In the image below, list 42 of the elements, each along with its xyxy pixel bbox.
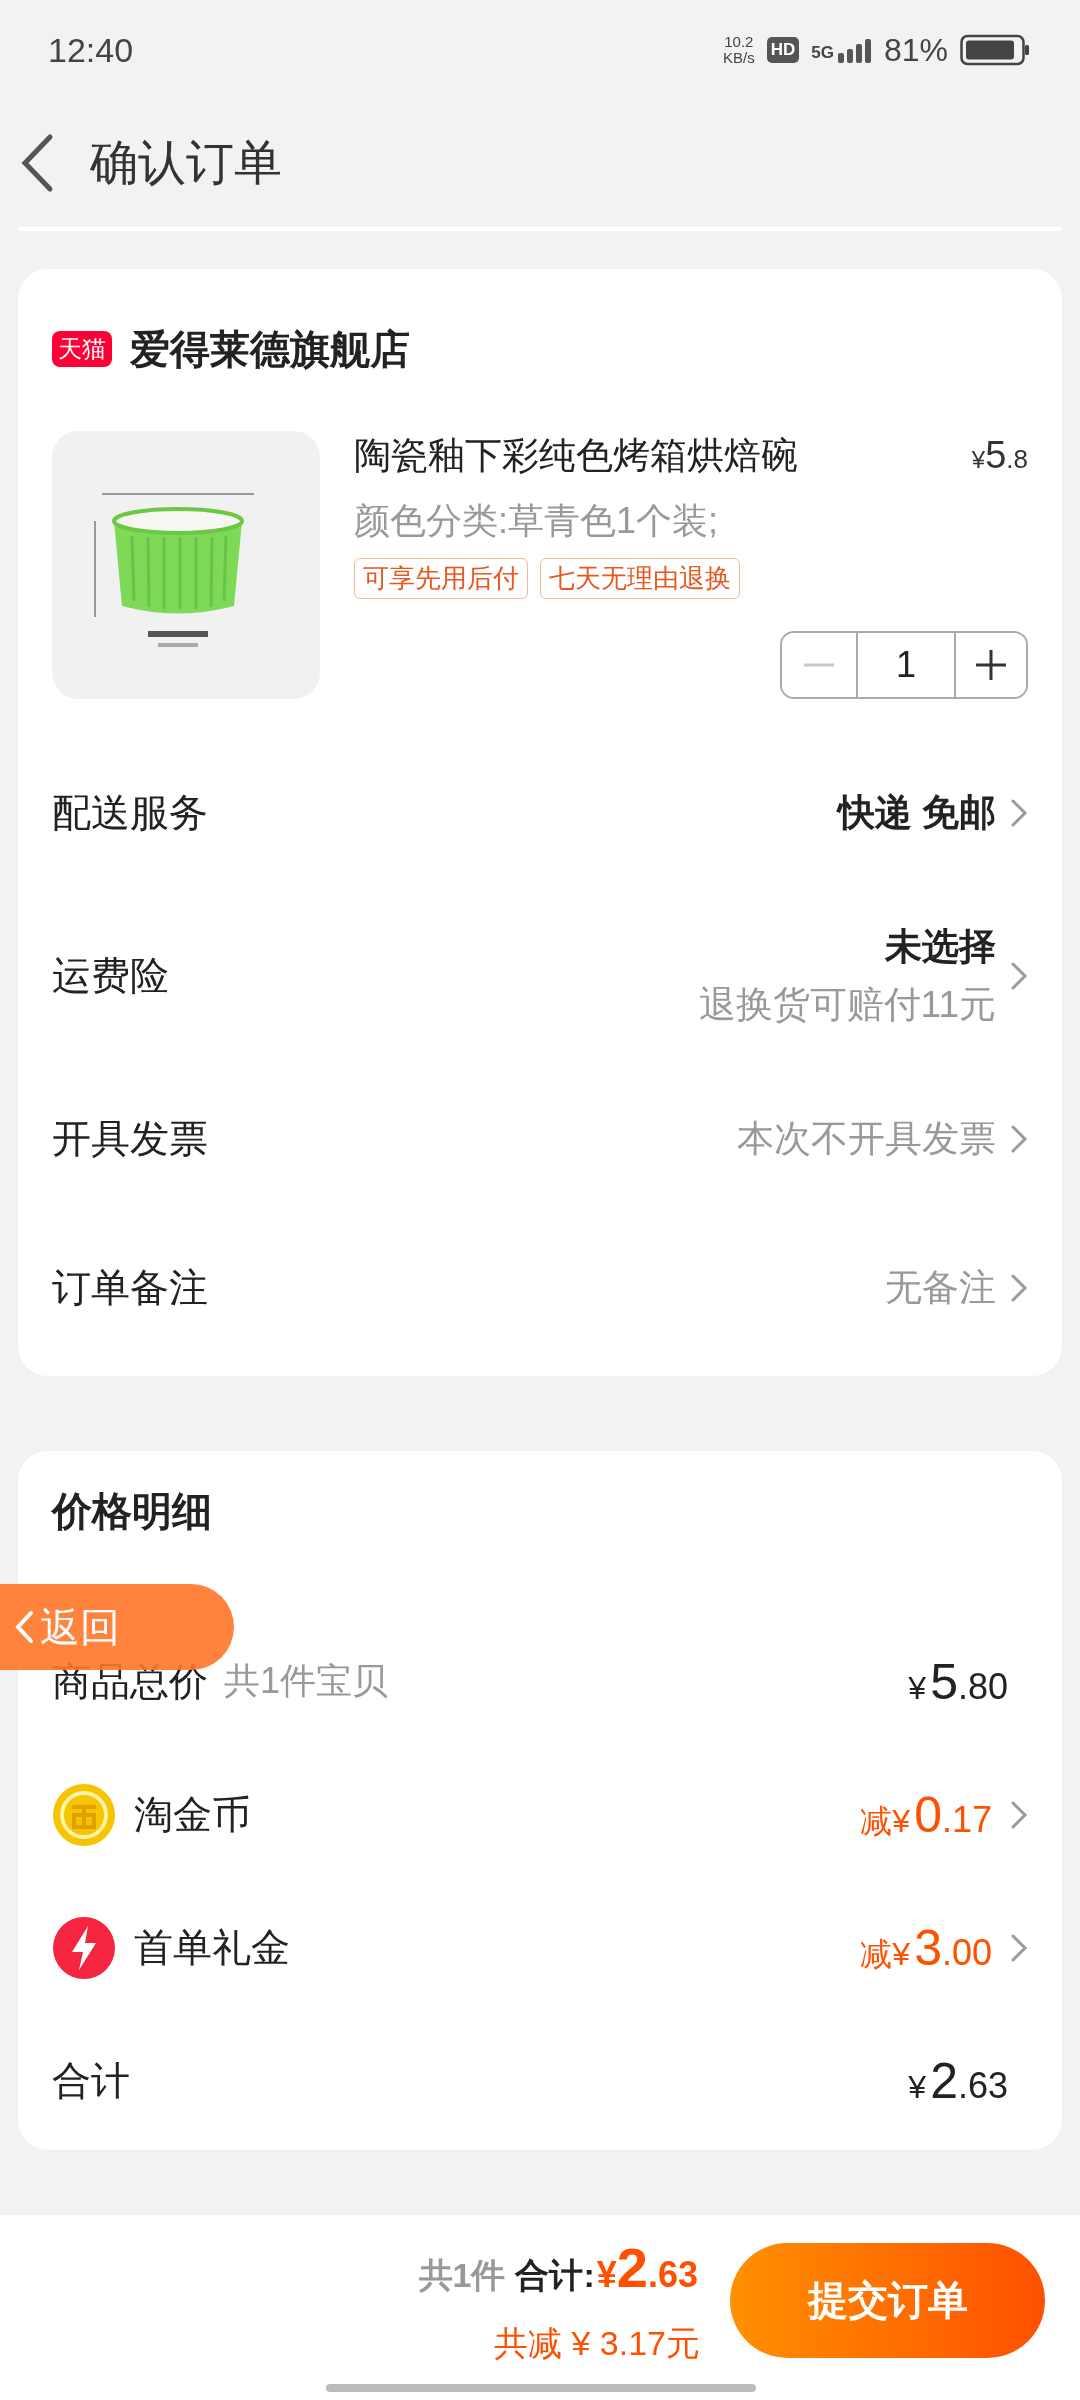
savings-text: 共减 ¥ 3.17元 xyxy=(494,2323,700,2364)
item-price: ¥5.8 xyxy=(971,434,1028,477)
option-value[interactable]: 快递 免邮 xyxy=(837,787,996,838)
network-speed: 10.2 xyxy=(724,34,754,50)
product-title[interactable]: 陶瓷釉下彩纯色烤箱烘焙碗 xyxy=(354,431,798,481)
hd-badge: HD xyxy=(766,37,800,63)
price-label: 首单礼金 xyxy=(134,1924,290,1971)
clock: 12:40 xyxy=(48,30,135,70)
minus-icon xyxy=(804,663,834,667)
option-value[interactable]: 未选择 xyxy=(885,921,996,972)
option-label: 订单备注 xyxy=(52,1265,208,1311)
store-badge: 天猫 xyxy=(52,331,112,367)
price-amount: ¥2.63 xyxy=(908,2051,1008,2110)
section-title: 价格明细 xyxy=(52,1487,213,1535)
option-note: 退换货可赔付11元 xyxy=(698,982,996,1027)
price-label: 合计 xyxy=(52,2057,130,2104)
item-count: 共1件 xyxy=(418,2256,506,2294)
total-amount: ¥2.63 xyxy=(595,2235,699,2301)
service-tag: 可享先用后付 xyxy=(354,558,528,599)
back-icon xyxy=(14,1610,34,1644)
plus-icon xyxy=(976,650,1006,680)
chevron-right-icon xyxy=(1010,960,1028,991)
option-label: 开具发票 xyxy=(52,1115,208,1162)
speed-unit: KB/s xyxy=(723,50,755,66)
service-tag: 七天无理由退换 xyxy=(540,558,740,599)
product-spec: 颜色分类:草青色1个装; xyxy=(354,499,720,543)
discount-amount: 减¥3.00 xyxy=(860,1918,992,1977)
network-type: 5G xyxy=(811,43,834,63)
chevron-right-icon xyxy=(1010,797,1028,828)
discount-amount: 减¥0.17 xyxy=(860,1785,992,1844)
page-title: 确认订单 xyxy=(90,134,282,191)
price-amount: ¥5.80 xyxy=(908,1652,1008,1711)
back-icon xyxy=(20,132,54,193)
chevron-right-icon xyxy=(1010,1123,1028,1154)
option-label: 配送服务 xyxy=(52,789,208,836)
store-name[interactable]: 爱得莱德旗舰店 xyxy=(130,321,410,377)
signal-icon xyxy=(835,37,872,63)
battery-percent: 81% xyxy=(883,31,948,69)
option-label: 运费险 xyxy=(52,952,169,999)
price-label: 淘金币 xyxy=(134,1791,251,1838)
battery-icon xyxy=(960,34,1030,66)
total-label: 合计: xyxy=(515,2256,595,2294)
